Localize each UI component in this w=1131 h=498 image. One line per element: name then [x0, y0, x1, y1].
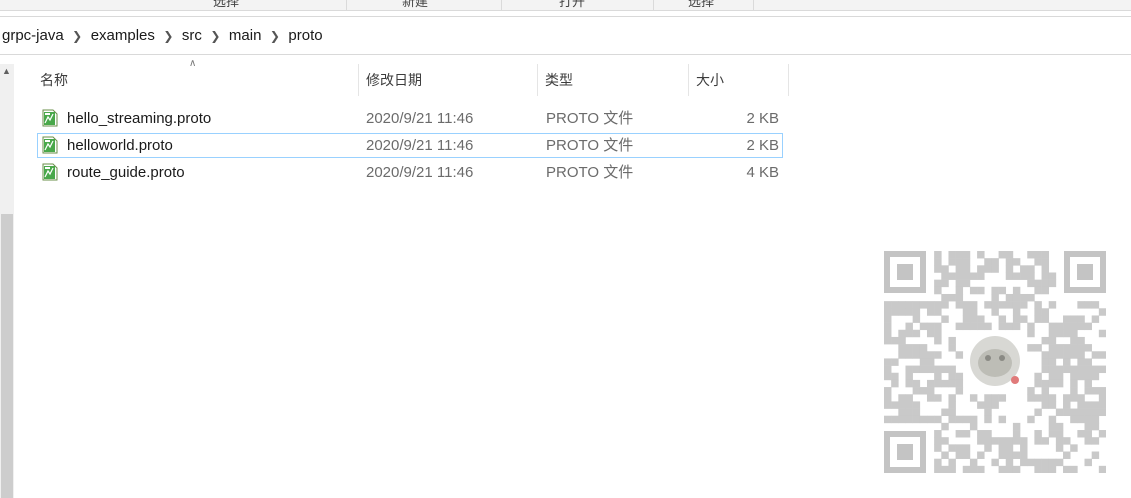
column-divider[interactable] — [788, 64, 789, 96]
scrollbar-thumb[interactable] — [1, 214, 13, 498]
column-divider[interactable] — [537, 64, 538, 96]
file-row[interactable]: route_guide.proto 2020/9/21 11:46 PROTO … — [37, 160, 783, 185]
ribbon-strip: 选择 新建 打开 选择 — [0, 0, 1131, 11]
column-header-date[interactable]: 修改日期 — [366, 64, 422, 96]
file-date: 2020/9/21 11:46 — [366, 137, 474, 154]
file-date: 2020/9/21 11:46 — [366, 110, 474, 127]
ribbon-label-select-2[interactable]: 选择 — [688, 0, 714, 10]
ribbon-label-new[interactable]: 新建 — [402, 0, 428, 10]
breadcrumb-item-src[interactable]: src — [182, 27, 202, 44]
ribbon-group: 打开 — [501, 0, 654, 10]
chevron-right-icon[interactable]: ❯ — [155, 29, 182, 43]
file-row[interactable]: hello_streaming.proto 2020/9/21 11:46 PR… — [37, 106, 783, 131]
column-header-name[interactable]: 名称 — [40, 64, 68, 96]
chevron-right-icon[interactable]: ❯ — [202, 29, 229, 43]
breadcrumb-item-main[interactable]: main — [229, 27, 262, 44]
column-divider[interactable] — [688, 64, 689, 96]
address-bar[interactable]: grpc-java ❯ examples ❯ src ❯ main ❯ prot… — [0, 16, 1131, 55]
chevron-right-icon[interactable]: ❯ — [261, 29, 288, 43]
file-name: route_guide.proto — [67, 164, 185, 181]
file-size: 2 KB — [746, 110, 779, 127]
ribbon-group: 选择 — [0, 0, 347, 10]
file-name: helloworld.proto — [67, 137, 173, 154]
file-name: hello_streaming.proto — [67, 110, 212, 127]
ribbon-label-select[interactable]: 选择 — [213, 0, 239, 10]
proto-file-icon — [42, 163, 58, 181]
file-type: PROTO 文件 — [546, 137, 634, 154]
column-header-size[interactable]: 大小 — [696, 64, 724, 96]
breadcrumb-item-examples[interactable]: examples — [91, 27, 155, 44]
proto-file-icon — [42, 109, 58, 127]
ribbon-group: 新建 — [346, 0, 502, 10]
qr-code-image — [884, 251, 1106, 473]
sort-up-icon: ∧ — [189, 58, 197, 69]
proto-file-icon — [42, 136, 58, 154]
column-divider[interactable] — [358, 64, 359, 96]
breadcrumb-item-grpc-java[interactable]: grpc-java — [2, 27, 64, 44]
file-size: 4 KB — [746, 164, 779, 181]
column-header-type[interactable]: 类型 — [545, 64, 573, 96]
breadcrumb: grpc-java ❯ examples ❯ src ❯ main ❯ prot… — [2, 17, 323, 54]
breadcrumb-item-proto[interactable]: proto — [288, 27, 322, 44]
ribbon-group: 选择 — [653, 0, 754, 10]
ribbon-label-open[interactable]: 打开 — [559, 0, 585, 10]
file-date: 2020/9/21 11:46 — [366, 164, 474, 181]
column-headers: ∧ 名称 修改日期 类型 大小 — [0, 58, 1131, 96]
file-explorer-window: 选择 新建 打开 选择 grpc-java ❯ examples ❯ src ❯… — [0, 0, 1131, 498]
file-size: 2 KB — [746, 137, 779, 154]
file-type: PROTO 文件 — [546, 110, 634, 127]
chevron-right-icon[interactable]: ❯ — [64, 29, 91, 43]
vertical-scrollbar[interactable]: ▲ — [0, 64, 14, 498]
file-type: PROTO 文件 — [546, 164, 634, 181]
file-row[interactable]: helloworld.proto 2020/9/21 11:46 PROTO 文… — [37, 133, 783, 158]
